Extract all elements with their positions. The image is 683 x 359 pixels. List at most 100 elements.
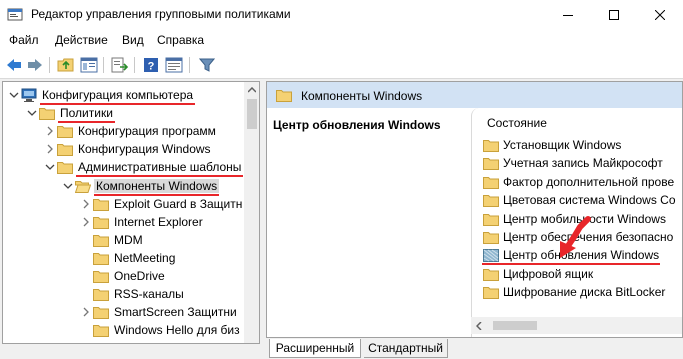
minimize-icon — [563, 15, 573, 16]
forward-button[interactable] — [26, 56, 44, 74]
folder-policy-icon — [483, 248, 499, 263]
minimize-button[interactable] — [545, 0, 591, 30]
folder-icon — [483, 230, 499, 244]
list-item-label: Учетная запись Майкрософт — [503, 156, 663, 171]
tree-item[interactable]: Exploit Guard в Защитн — [3, 196, 243, 214]
scroll-thumb[interactable] — [247, 99, 257, 129]
tab-extended[interactable]: Расширенный — [269, 339, 361, 358]
expander-open-icon[interactable] — [63, 180, 73, 192]
menu-file[interactable]: Файл — [9, 33, 39, 47]
back-button[interactable] — [5, 56, 23, 74]
menu-help[interactable]: Справка — [157, 33, 204, 47]
list-item-label: Шифрование диска BitLocker — [503, 285, 666, 300]
details-header: Компоненты Windows — [267, 82, 682, 108]
title-bar: Редактор управления групповыми политикам… — [0, 0, 683, 30]
export-list-button[interactable] — [111, 56, 129, 74]
expander-closed-icon[interactable] — [81, 306, 91, 318]
toolbar-separator — [189, 57, 190, 73]
up-level-button[interactable] — [57, 56, 75, 74]
folder-icon — [57, 160, 73, 175]
scroll-left-arrow[interactable] — [471, 317, 487, 334]
tab-standard[interactable]: Стандартный — [364, 339, 448, 358]
expander-open-icon[interactable] — [27, 107, 37, 119]
details-pane: Компоненты Windows Центр обновления Wind… — [266, 81, 683, 338]
folder-icon — [93, 197, 109, 211]
column-header-state[interactable]: Состояние — [487, 116, 547, 130]
folder-icon — [93, 269, 109, 283]
svg-text:?: ? — [148, 61, 155, 73]
tree-vertical-scrollbar[interactable] — [244, 82, 259, 343]
folder-icon — [93, 287, 109, 302]
tree-item[interactable]: MDM — [3, 232, 243, 250]
list-item-label: Цифровой ящик — [503, 266, 594, 281]
close-button[interactable] — [637, 0, 683, 30]
chevron-up-icon — [248, 87, 256, 93]
view-tabs: Расширенный Стандартный — [266, 339, 683, 359]
properties-button[interactable] — [165, 56, 183, 74]
back-icon — [7, 59, 21, 71]
maximize-button[interactable] — [591, 0, 637, 30]
details-horizontal-scrollbar[interactable] — [471, 317, 682, 334]
expander-closed-icon[interactable] — [81, 198, 91, 210]
maximize-icon — [609, 10, 619, 20]
list-item-label: Цветовая система Windows Co — [503, 193, 676, 208]
chevron-left-icon — [476, 321, 482, 330]
tree-item-label: Политики — [60, 106, 113, 121]
tree-item-label: Windows Hello для биз — [114, 323, 240, 338]
list-item[interactable]: Фактор дополнительной прове — [483, 173, 682, 191]
list-item[interactable]: Учетная запись Майкрософт — [483, 154, 682, 172]
expander-closed-icon[interactable] — [81, 216, 91, 228]
tree-item[interactable]: SmartScreen Защитни — [3, 304, 243, 322]
filter-icon — [199, 58, 215, 72]
tree-item[interactable]: Конфигурация Windows — [3, 141, 243, 159]
scroll-thumb[interactable] — [493, 321, 537, 330]
extended-description-panel: Центр обновления Windows — [267, 108, 471, 337]
menu-view[interactable]: Вид — [122, 33, 144, 47]
tree-item-label: OneDrive — [114, 269, 165, 283]
help-icon: ? — [144, 58, 158, 73]
show-hide-tree-icon — [80, 57, 98, 73]
toolbar-separator — [49, 57, 50, 73]
close-icon — [655, 10, 665, 20]
list-item[interactable]: Установщик Windows — [483, 136, 682, 154]
show-hide-tree-button[interactable] — [80, 56, 98, 74]
menu-bar: Файл Действие Вид Справка — [0, 30, 683, 51]
tree-item[interactable]: NetMeeting — [3, 250, 243, 268]
tree-item-label: MDM — [114, 232, 143, 247]
tree-item-label: Internet Explorer — [114, 214, 203, 229]
expander-open-icon[interactable] — [9, 89, 19, 101]
gpedit-app-icon — [7, 8, 23, 21]
tree-item[interactable]: OneDrive — [3, 268, 243, 286]
tree-item-label: NetMeeting — [114, 250, 176, 265]
list-item-label: Установщик Windows — [503, 138, 622, 152]
expander-closed-icon[interactable] — [45, 125, 55, 137]
tree-item-label: Конфигурация компьютера — [42, 88, 194, 102]
console-tree[interactable]: Конфигурация компьютера Политики Конфигура… — [2, 81, 260, 344]
folder-icon — [39, 106, 55, 121]
expander-open-icon[interactable] — [45, 161, 55, 173]
tree-item-label: Exploit Guard в Защитн — [114, 196, 243, 211]
help-button[interactable]: ? — [142, 56, 160, 74]
forward-icon — [28, 59, 42, 71]
tree-item[interactable]: Политики — [3, 105, 243, 123]
tree-item[interactable]: Конфигурация программ — [3, 123, 243, 141]
menu-action[interactable]: Действие — [55, 33, 108, 47]
tree-item-label: Конфигурация программ — [78, 124, 216, 139]
expander-closed-icon[interactable] — [45, 143, 55, 155]
folder-icon — [483, 175, 499, 189]
window-title: Редактор управления групповыми политикам… — [31, 7, 291, 21]
list-item-label: Фактор дополнительной прове — [503, 174, 675, 189]
folder-icon — [57, 142, 73, 157]
tree-item[interactable]: Windows Hello для биз — [3, 322, 243, 340]
list-item[interactable]: Цветовая система Windows Co — [483, 191, 682, 209]
folder-icon — [93, 233, 109, 247]
list-item[interactable]: Цифровой ящик — [483, 265, 682, 283]
scroll-up-arrow[interactable] — [244, 82, 259, 98]
list-item[interactable]: Шифрование диска BitLocker — [483, 283, 682, 301]
tree-item[interactable]: RSS-каналы — [3, 286, 243, 304]
filter-button[interactable] — [198, 56, 216, 74]
annotation-arrow-icon — [560, 216, 591, 258]
folder-icon — [483, 212, 499, 226]
folder-icon — [93, 323, 109, 338]
tree-item[interactable]: Internet Explorer — [3, 214, 243, 232]
